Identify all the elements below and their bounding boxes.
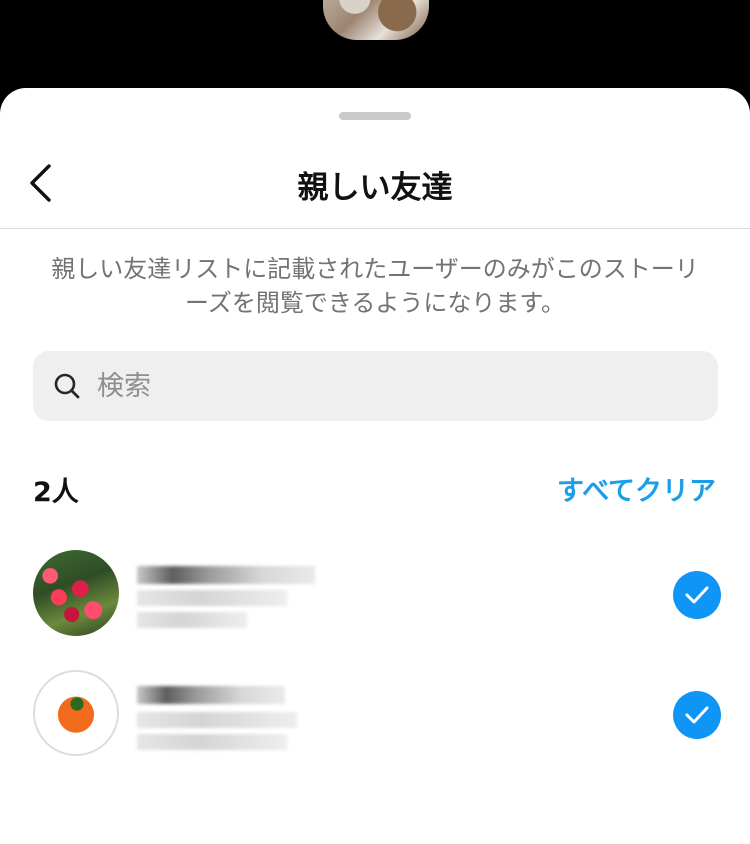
checkmark-icon [685, 586, 709, 604]
header-divider [0, 228, 750, 229]
search-bar[interactable] [33, 351, 718, 421]
tomato-stem [63, 696, 91, 712]
selected-checkbox[interactable] [673, 571, 721, 619]
list-item[interactable] [0, 550, 750, 650]
sheet-grabber[interactable] [339, 112, 411, 120]
avatar [33, 670, 119, 756]
search-input[interactable] [95, 369, 679, 403]
fullname-redacted [137, 734, 287, 750]
list-item[interactable] [0, 670, 750, 770]
fullname-redacted [137, 612, 247, 628]
selected-count: 2人 [33, 477, 79, 508]
fullname-redacted [137, 590, 287, 606]
avatar [33, 550, 119, 636]
description-text: 親しい友達リストに記載されたユーザーのみがこのストーリーズを閲覧できるようになり… [51, 255, 699, 317]
fullname-redacted [137, 712, 297, 728]
username-redacted [137, 566, 315, 584]
checkmark-icon [685, 706, 709, 724]
search-icon [51, 370, 83, 402]
page-title: 親しい友達 [297, 170, 453, 206]
close-friends-sheet: 親しい友達 親しい友達リストに記載されたユーザーのみがこのストーリーズを閲覧でき… [0, 88, 750, 844]
username-redacted [137, 686, 285, 704]
story-thumbnail [323, 0, 429, 40]
selected-checkbox[interactable] [673, 691, 721, 739]
clear-all-button[interactable]: すべてクリア [557, 469, 716, 508]
